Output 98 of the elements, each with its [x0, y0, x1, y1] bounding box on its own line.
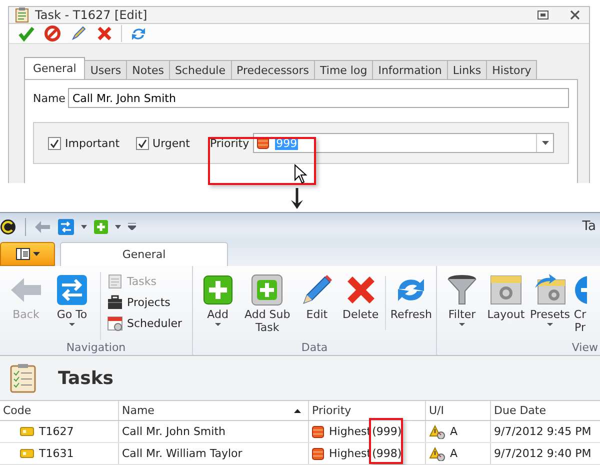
field-label: Priority: [210, 136, 250, 150]
tag-icon: [20, 449, 34, 458]
checkbox-label: Urgent: [152, 136, 190, 150]
caret-icon[interactable]: [115, 224, 121, 228]
layout-arrow-icon: [534, 274, 566, 306]
column-header[interactable]: Name: [119, 401, 309, 420]
edit-button[interactable]: [69, 24, 88, 43]
save-icon: [18, 25, 35, 42]
ribbon-button[interactable]: Add: [197, 272, 239, 340]
delete-icon: [96, 25, 113, 42]
tab[interactable]: General: [24, 57, 86, 79]
tab[interactable]: Users: [84, 60, 128, 79]
clipboard-icon: [107, 273, 123, 289]
ribbon-button[interactable]: Delete: [340, 272, 382, 340]
caret-icon: [459, 323, 465, 326]
funnel-icon: [446, 274, 478, 306]
priority-bars-icon: [312, 448, 324, 460]
sort-up-icon: [294, 408, 301, 412]
group-label: Data: [300, 340, 329, 355]
ribbon-tab[interactable]: General: [60, 242, 228, 266]
swap-arrows-icon[interactable]: [58, 218, 74, 234]
ribbon-button[interactable]: Cr Pr: [573, 272, 587, 340]
ribbon-button[interactable]: Edit: [296, 272, 338, 340]
window-title: Task - T1627 [Edit]: [35, 8, 148, 22]
caret-icon: [214, 323, 221, 326]
ribbon-button[interactable]: Add Sub Task: [240, 272, 294, 340]
table-cell: T1631: [0, 443, 119, 464]
tab[interactable]: History: [486, 60, 538, 79]
close-icon[interactable]: [569, 9, 581, 21]
app-logo-icon[interactable]: [0, 218, 16, 234]
briefcase-icon: [107, 294, 123, 310]
field-label: Name: [33, 92, 66, 104]
save-button[interactable]: [17, 24, 36, 43]
table-cell: Highest(999): [309, 421, 426, 442]
add-icon[interactable]: [94, 220, 108, 234]
table-cell: A: [426, 421, 491, 442]
clipboard-icon: [15, 7, 29, 23]
ribbon-button[interactable]: Filter: [441, 272, 483, 340]
group-label: Navigation: [65, 340, 127, 355]
layout-gear-icon: [490, 274, 522, 306]
window-title: Ta: [582, 219, 596, 234]
checkbox-label: Important: [65, 136, 120, 150]
ribbon-button[interactable]: Presets: [529, 272, 571, 340]
table-cell: A: [426, 443, 491, 464]
delete-button[interactable]: [95, 24, 114, 43]
tab[interactable]: Links: [446, 60, 488, 79]
panel-icon: [16, 248, 30, 260]
caret-icon: [69, 323, 75, 326]
application-menu-button[interactable]: [0, 242, 55, 266]
name-field[interactable]: Call Mr. John Smith: [68, 88, 569, 108]
caret-icon[interactable]: [81, 224, 87, 228]
column-header[interactable]: Code: [0, 401, 119, 420]
edit-icon: [70, 25, 87, 42]
table-cell: Highest(998): [309, 443, 426, 464]
table-cell: Call Mr. John Smith: [119, 421, 309, 442]
cancel-icon: [44, 25, 61, 42]
restore-icon[interactable]: [537, 10, 549, 20]
down-arrow-icon: [290, 188, 304, 210]
cross-icon: [344, 274, 377, 306]
add-icon: [251, 274, 284, 306]
calendar-icon: [107, 315, 123, 331]
checkmark-icon: [138, 138, 147, 148]
warning-clock-icon: [429, 446, 445, 460]
ribbon-button[interactable]: Layout: [485, 272, 527, 340]
ribbon-button[interactable]: Projects: [107, 293, 182, 311]
tab[interactable]: Predecessors: [230, 60, 316, 79]
priority-bars-icon: [312, 426, 324, 438]
checkbox[interactable]: [136, 136, 149, 150]
tab[interactable]: Schedule: [168, 60, 232, 79]
caret-icon: [542, 141, 548, 145]
tab[interactable]: Notes: [126, 60, 170, 79]
table-cell-text: 9/7/2012 9:45 PM: [493, 424, 592, 440]
checklist-icon: [10, 363, 36, 393]
pencil-icon: [300, 274, 333, 306]
tab[interactable]: Time log: [314, 60, 374, 79]
column-header[interactable]: Priority: [309, 401, 426, 420]
caret-icon: [32, 252, 40, 256]
table-cell: Call Mr. William Taylor: [119, 443, 309, 464]
cancel-button[interactable]: [43, 24, 62, 43]
add-icon: [202, 274, 234, 306]
add-icon: [573, 274, 587, 306]
list-title: Tasks: [58, 368, 114, 388]
column-header[interactable]: Due Date: [491, 401, 600, 420]
tab[interactable]: Information: [372, 60, 448, 79]
column-header[interactable]: U/I: [426, 401, 491, 420]
table-cell: T1627: [0, 421, 119, 442]
checkbox[interactable]: [48, 136, 61, 150]
warning-clock-icon: [429, 424, 445, 438]
ribbon-button[interactable]: Refresh: [390, 272, 432, 340]
customize-icon[interactable]: [128, 223, 136, 230]
swap-arrows-icon: [56, 274, 88, 306]
caret-icon: [547, 323, 553, 326]
table-cell-text: 9/7/2012 9:40 PM: [493, 446, 592, 462]
checkmark-icon: [50, 138, 59, 148]
ribbon-button[interactable]: Scheduler: [107, 314, 182, 332]
ribbon-button[interactable]: Go To: [50, 272, 94, 340]
tag-icon: [20, 427, 34, 436]
group-label: View: [570, 340, 599, 355]
